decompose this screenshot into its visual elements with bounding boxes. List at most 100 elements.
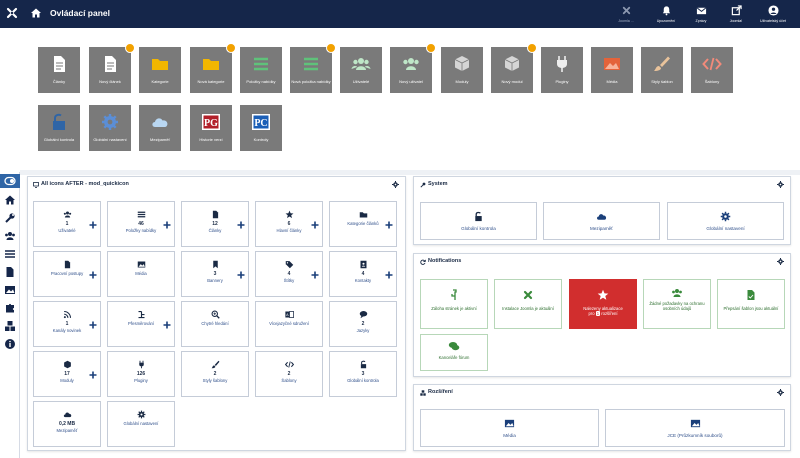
unlock-icon bbox=[475, 211, 482, 222]
tile-global-checkin[interactable]: Globální kontrola bbox=[38, 105, 80, 151]
quickicon-item[interactable]: Přesměrování bbox=[107, 301, 175, 347]
system-global-configuration-button[interactable]: Globální nastavení bbox=[667, 202, 784, 240]
notification-updates-found[interactable]: Nalezeny aktualizace pro 1 rozšíření bbox=[569, 279, 637, 329]
tile-new-menu-item[interactable]: Nová položka nabídky bbox=[290, 43, 336, 93]
tile-version-history[interactable]: PG Historie verzí bbox=[190, 105, 232, 151]
count-badge: 1 bbox=[595, 311, 601, 316]
star-icon bbox=[597, 289, 609, 300]
tile-templates[interactable]: Šablony bbox=[691, 47, 733, 93]
file-icon bbox=[64, 260, 70, 269]
quickicon-item[interactable]: Chytré hledání bbox=[181, 301, 249, 347]
extension-media-button[interactable]: Média bbox=[420, 409, 599, 447]
quickicon-item[interactable]: Globální nastavení bbox=[107, 401, 175, 447]
toggle-icon bbox=[4, 176, 16, 186]
tile-modules[interactable]: Moduly bbox=[441, 47, 483, 93]
tile-cache[interactable]: Mezipaměť bbox=[139, 105, 181, 151]
quickicon-item[interactable]: 1 Kanály novinek bbox=[33, 301, 101, 347]
gear-icon[interactable] bbox=[777, 258, 784, 265]
plus-icon[interactable] bbox=[163, 321, 171, 329]
quickicon-item[interactable]: Kategorie článků bbox=[329, 201, 397, 247]
system-cache-button[interactable]: Mezipaměť bbox=[543, 202, 660, 240]
sidebar-toggle[interactable] bbox=[0, 174, 20, 188]
quickicon-item[interactable]: 1 Uživatelé bbox=[33, 201, 101, 247]
joomla-logo-icon[interactable] bbox=[6, 7, 18, 19]
quickicon-item[interactable]: 17 Moduly bbox=[33, 351, 101, 397]
plus-icon[interactable] bbox=[311, 221, 319, 229]
quickicon-item[interactable]: 6 Hlavní články bbox=[255, 201, 323, 247]
gear-icon[interactable] bbox=[392, 181, 399, 188]
quickicon-item[interactable]: 4 Štítky bbox=[255, 251, 323, 297]
plus-icon[interactable] bbox=[89, 321, 97, 329]
tile-new-category[interactable]: Nová kategorie bbox=[190, 43, 236, 93]
tile-template-styles[interactable]: Styly šablon bbox=[641, 47, 683, 93]
wrench-icon bbox=[420, 182, 426, 188]
quickicon-item[interactable]: 12 Články bbox=[181, 201, 249, 247]
tile-articles[interactable]: Články bbox=[38, 47, 80, 93]
cube-icon bbox=[63, 360, 71, 369]
info-icon[interactable] bbox=[4, 338, 16, 350]
notification-backup[interactable]: Záloha stránek je aktivní bbox=[420, 279, 488, 329]
quickicon-item[interactable]: 0,2 MB Mezipaměť bbox=[33, 401, 101, 447]
quickicon-item[interactable]: 3 Globální kontrola bbox=[329, 351, 397, 397]
add-badge-icon bbox=[226, 43, 236, 53]
quickicon-item[interactable]: 2 Šablony bbox=[255, 351, 323, 397]
plus-icon[interactable] bbox=[89, 271, 97, 279]
language-icon: A bbox=[284, 311, 294, 318]
wrench-icon[interactable] bbox=[4, 212, 16, 224]
system-global-checkin-button[interactable]: Globální kontrola bbox=[420, 202, 537, 240]
quickicon-item[interactable]: 3 Bannery bbox=[181, 251, 249, 297]
image-icon bbox=[504, 419, 515, 428]
quickicon-item[interactable]: A Vícejazyčné sdružení bbox=[255, 301, 323, 347]
quickicon-item[interactable]: 46 Položky nabídky bbox=[107, 201, 175, 247]
quickicon-item[interactable]: 2 Styly šablony bbox=[181, 351, 249, 397]
plus-icon[interactable] bbox=[237, 221, 245, 229]
paintbrush-icon bbox=[211, 360, 219, 369]
tile-new-article[interactable]: Nový článek bbox=[89, 43, 135, 93]
notification-privacy[interactable]: Žádné požadavky na ochranu osobních údaj… bbox=[643, 279, 711, 329]
joomla-menu-item[interactable]: Joomla ... bbox=[604, 5, 648, 27]
quickicon-item[interactable]: 126 Pluginy bbox=[107, 351, 175, 397]
quickicon-item[interactable]: 4 Kontakty bbox=[329, 251, 397, 297]
tags-icon bbox=[285, 261, 293, 269]
plus-icon[interactable] bbox=[237, 271, 245, 279]
quickicon-label: Styly šablony bbox=[202, 378, 228, 383]
quickicon-item[interactable]: Média bbox=[107, 251, 175, 297]
list-icon[interactable] bbox=[4, 248, 16, 260]
plus-icon[interactable] bbox=[385, 221, 393, 229]
plus-icon[interactable] bbox=[311, 271, 319, 279]
puzzle-icon[interactable] bbox=[4, 302, 16, 314]
gear-icon[interactable] bbox=[777, 389, 784, 396]
notification-joomla-update[interactable]: Instalace Joomla je aktuální bbox=[494, 279, 562, 329]
plus-icon[interactable] bbox=[89, 371, 97, 379]
image-icon[interactable] bbox=[4, 284, 16, 296]
tile-menu-items[interactable]: Položky nabídky bbox=[240, 47, 282, 93]
notification-template-overrides[interactable]: Přepsání šablon jsou aktuální bbox=[717, 279, 785, 329]
plus-icon[interactable] bbox=[89, 221, 97, 229]
file-icon[interactable] bbox=[4, 266, 16, 278]
users-icon[interactable] bbox=[4, 230, 16, 242]
plus-icon[interactable] bbox=[163, 221, 171, 229]
code-icon bbox=[702, 57, 722, 71]
tile-new-user[interactable]: Nový uživatel bbox=[390, 43, 436, 93]
tile-categories[interactable]: Kategorie bbox=[139, 47, 181, 93]
quickicon-count: 2 bbox=[361, 321, 365, 327]
cloud-icon bbox=[152, 118, 168, 127]
tile-new-module[interactable]: Nový modul bbox=[491, 43, 537, 93]
tile-global-configuration[interactable]: Globální nastavení bbox=[89, 105, 131, 151]
tile-users[interactable]: Uživatelé bbox=[340, 47, 382, 93]
tile-plugins[interactable]: Pluginy bbox=[541, 47, 583, 93]
extension-jce-button[interactable]: JCE (Průzkumník souborů) bbox=[605, 409, 785, 447]
image-icon bbox=[137, 261, 145, 268]
user-account-menu-item[interactable]: Uživatelský účet bbox=[751, 5, 795, 27]
notification-forum[interactable]: Kanceláře fórum bbox=[420, 334, 488, 371]
tile-media[interactable]: Média bbox=[591, 47, 633, 93]
quickicon-item[interactable]: Pracovní postupy bbox=[33, 251, 101, 297]
home-icon[interactable] bbox=[30, 7, 42, 19]
quickicon-item[interactable]: 2 Jazyky bbox=[329, 301, 397, 347]
plus-icon[interactable] bbox=[385, 271, 393, 279]
gear-icon[interactable] bbox=[777, 181, 784, 188]
home-icon[interactable] bbox=[4, 194, 16, 206]
cubes-icon[interactable] bbox=[4, 320, 16, 332]
cloud-icon bbox=[63, 412, 71, 418]
tile-checks[interactable]: PC Kontroly bbox=[240, 105, 282, 151]
